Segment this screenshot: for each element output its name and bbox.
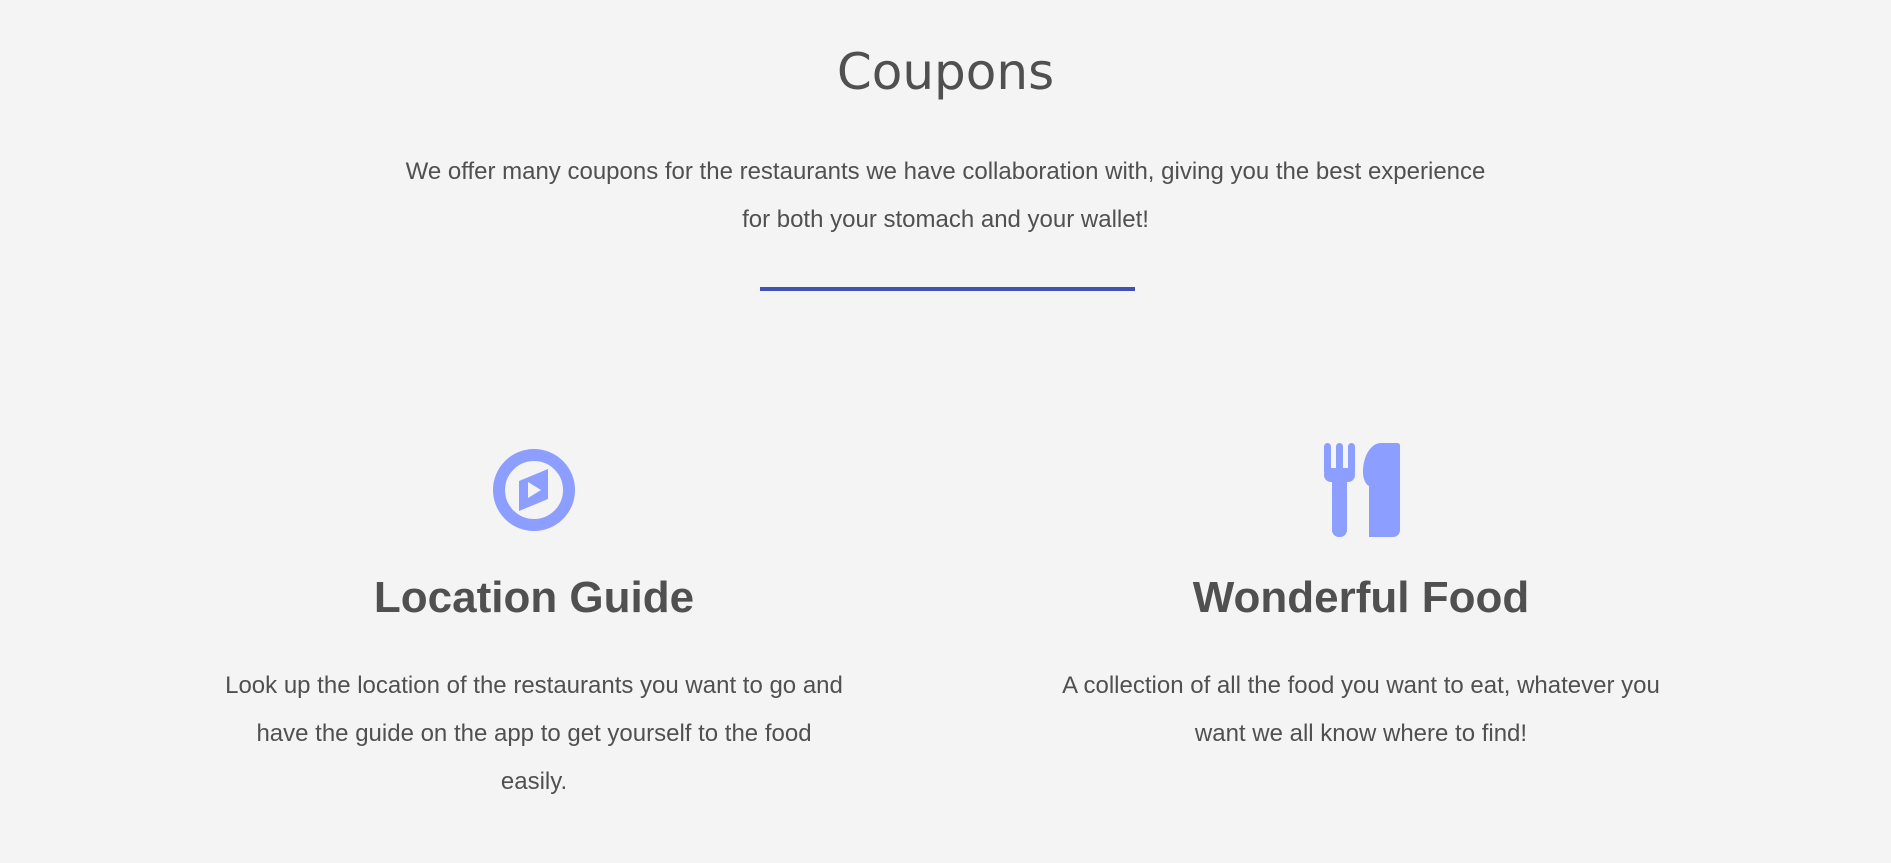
section-title: Coupons [836,43,1055,101]
fork-knife-icon-wrap [1041,440,1681,540]
coupons-section: Coupons We offer many coupons for the re… [0,0,1891,863]
feature-title: Wonderful Food [1192,573,1530,622]
feature-description: Look up the location of the restaurants … [225,672,843,795]
fork-knife-icon [1324,443,1400,537]
feature-location-guide: Location Guide Look up the location of t… [214,440,854,806]
section-intro-text: We offer many coupons for the restaurant… [405,158,1486,233]
compass-icon-wrap [214,440,854,540]
feature-wonderful-food: Wonderful Food A collection of all the f… [1041,440,1681,758]
section-divider [760,287,1135,291]
compass-icon [493,449,575,531]
feature-description: A collection of all the food you want to… [1062,672,1660,747]
feature-title: Location Guide [373,573,695,622]
